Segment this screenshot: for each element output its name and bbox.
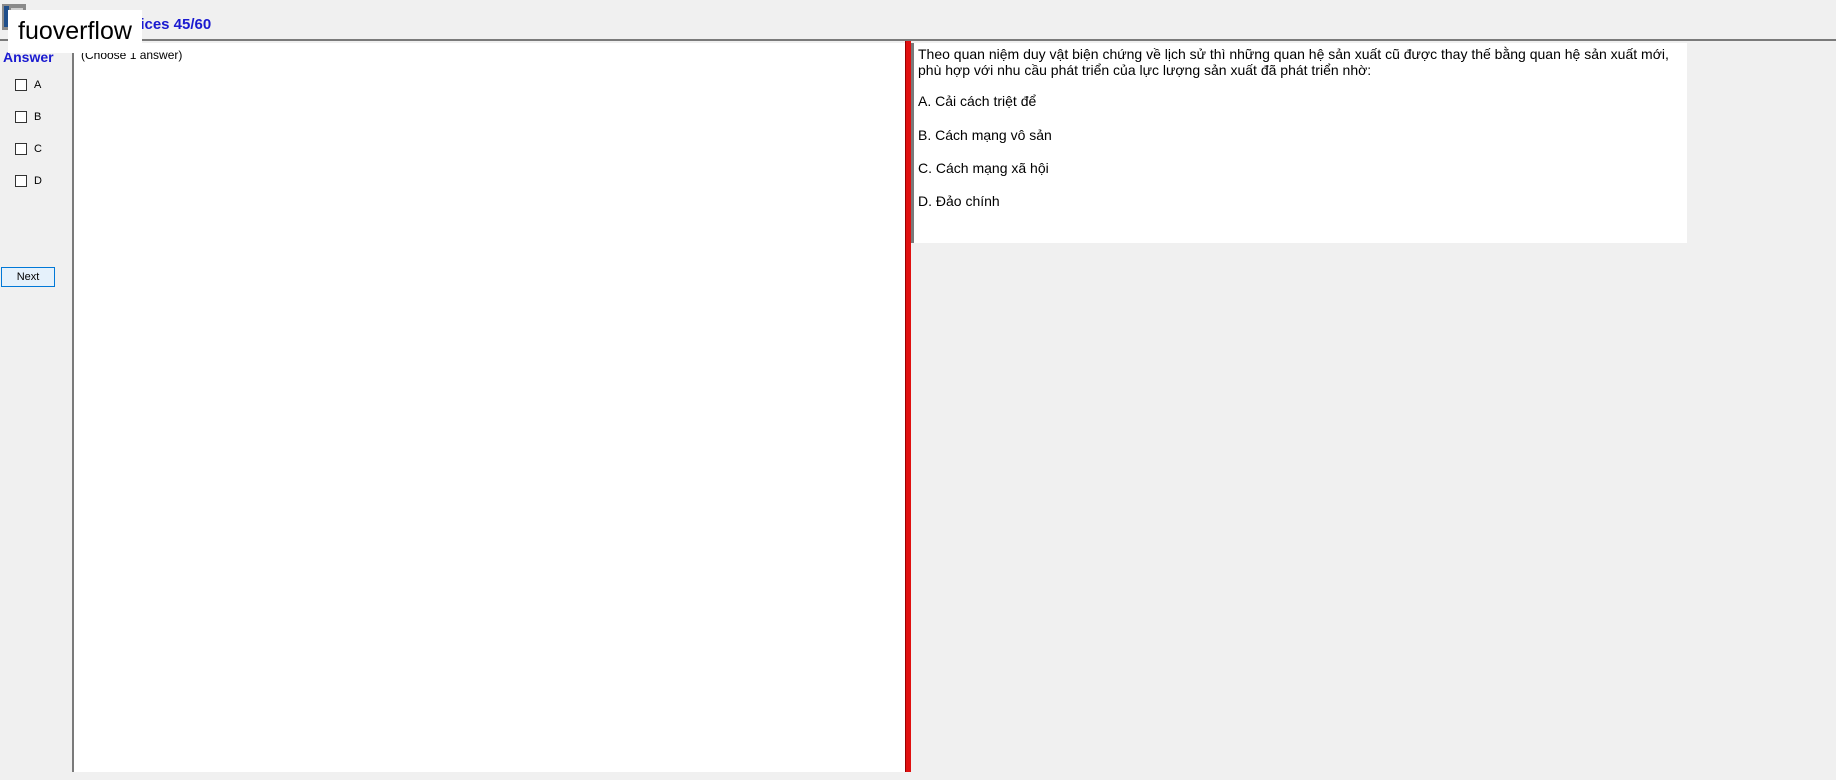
question-choice-a: A. Cải cách triệt để (918, 93, 1037, 109)
checkbox-b[interactable] (15, 111, 27, 123)
answer-option-a[interactable]: A (15, 77, 41, 93)
checkbox-a[interactable] (15, 79, 27, 91)
exam-window: hoices 45/60 fuoverflow Answer A B C D N… (0, 0, 1836, 780)
question-choice-c: C. Cách mạng xã hội (918, 160, 1049, 176)
watermark-label: fuoverflow (8, 10, 142, 53)
question-choice-b: B. Cách mạng vô sản (918, 127, 1052, 143)
question-choice-d: D. Đảo chính (918, 193, 1000, 209)
question-text: Theo quan niệm duy vật biện chứng về lịc… (918, 46, 1669, 78)
answer-area-panel: (Choose 1 answer) (72, 43, 906, 772)
answer-option-c[interactable]: C (15, 141, 42, 157)
option-label-c: C (34, 143, 42, 155)
option-label-a: A (34, 79, 42, 91)
next-button[interactable]: Next (1, 267, 55, 287)
answer-column: Answer A B C D Next (0, 43, 72, 780)
header-bar: hoices 45/60 (0, 0, 1836, 41)
option-label-d: D (34, 175, 42, 187)
answer-option-d[interactable]: D (15, 173, 42, 189)
checkbox-d[interactable] (15, 175, 27, 187)
answer-option-b[interactable]: B (15, 109, 41, 125)
option-label-b: B (34, 111, 42, 123)
checkbox-c[interactable] (15, 143, 27, 155)
question-panel: Theo quan niệm duy vật biện chứng về lịc… (911, 43, 1687, 243)
